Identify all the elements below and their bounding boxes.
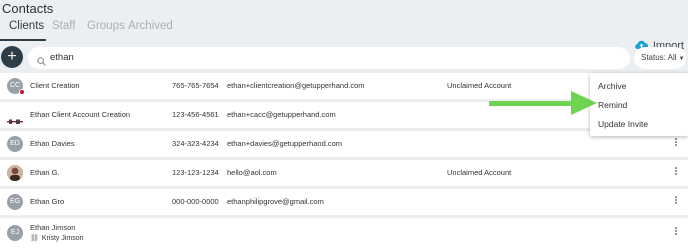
table-row[interactable]: EG Ethan Gro 000-000-0000 ethanphilipgro… [0, 189, 688, 215]
contact-name[interactable]: Client Creation [30, 81, 80, 90]
contact-email: ethan+cacc@getupperhand.com [227, 110, 336, 119]
contact-email: ethan+clientcreation@getupperhand.com [227, 81, 365, 90]
contact-name[interactable]: Ethan Davies [30, 139, 75, 148]
menu-item-update-invite[interactable]: Update Invite [598, 119, 648, 129]
active-tab-indicator [0, 39, 46, 41]
table-row[interactable]: EJ Ethan Jimson ⛓ Kristy Jimson [0, 218, 688, 248]
avatar [7, 165, 23, 181]
annotation-arrow-icon [571, 91, 597, 115]
status-filter-select[interactable]: Status: All ▼ [634, 47, 686, 69]
contact-email: hello@aol.com [227, 168, 277, 177]
contact-phone: 765-765-7654 [172, 81, 219, 90]
contact-name[interactable]: Ethan G. [30, 168, 60, 177]
contact-name[interactable]: Ethan Client Account Creation [30, 110, 130, 119]
tab-groups[interactable]: Groups [87, 19, 125, 41]
tab-staff[interactable]: Staff [52, 19, 75, 41]
linked-contact: ⛓ Kristy Jimson [30, 234, 84, 243]
avatar: EJ [7, 225, 23, 241]
tab-bar: Clients Staff Groups Archived Import [0, 19, 688, 52]
company-logo [7, 112, 23, 124]
table-row[interactable]: Ethan G. 123-123-1234 hello@aol.com Uncl… [0, 160, 688, 186]
status-filter-label: Status: All [641, 53, 677, 62]
contact-phone: 123-456-4561 [172, 110, 219, 119]
row-menu-button[interactable] [674, 195, 678, 207]
contact-email: ethan+davies@getupperhand.com [227, 139, 342, 148]
tab-clients[interactable]: Clients [9, 19, 44, 41]
page-title: Contacts [2, 1, 54, 16]
caret-down-icon: ▼ [678, 56, 685, 62]
avatar: ED [7, 136, 23, 152]
contact-name[interactable]: Ethan Jimson [30, 223, 75, 232]
row-menu-button[interactable] [674, 166, 678, 178]
contact-email: ethanphilipgrove@gmail.com [227, 197, 324, 206]
menu-item-remind[interactable]: Remind [598, 100, 627, 110]
contact-phone: 324-323-4234 [172, 139, 219, 148]
avatar: EG [7, 194, 23, 210]
account-status: Unclaimed Account [447, 81, 512, 90]
contact-phone: 123-123-1234 [172, 168, 219, 177]
add-contact-button[interactable]: + [1, 46, 23, 68]
contact-name[interactable]: Ethan Gro [30, 197, 64, 206]
table-row[interactable]: ED Ethan Davies 324-323-4234 ethan+davie… [0, 131, 688, 157]
search-input[interactable]: ethan [28, 47, 630, 69]
row-menu-button[interactable] [674, 226, 678, 238]
linked-contact-name: Kristy Jimson [41, 234, 84, 242]
row-menu-button[interactable] [674, 137, 678, 149]
annotation-arrow-shaft [489, 101, 574, 106]
search-icon [37, 53, 46, 71]
link-icon: ⛓ [30, 235, 39, 242]
account-status: Unclaimed Account [447, 168, 512, 177]
tab-archived[interactable]: Archived [128, 19, 173, 41]
contact-phone: 000-000-0000 [172, 197, 219, 206]
row-context-menu: Archive Remind Update Invite [590, 73, 688, 136]
search-value: ethan [50, 52, 74, 63]
menu-item-archive[interactable]: Archive [598, 81, 626, 91]
alert-badge [19, 89, 25, 95]
